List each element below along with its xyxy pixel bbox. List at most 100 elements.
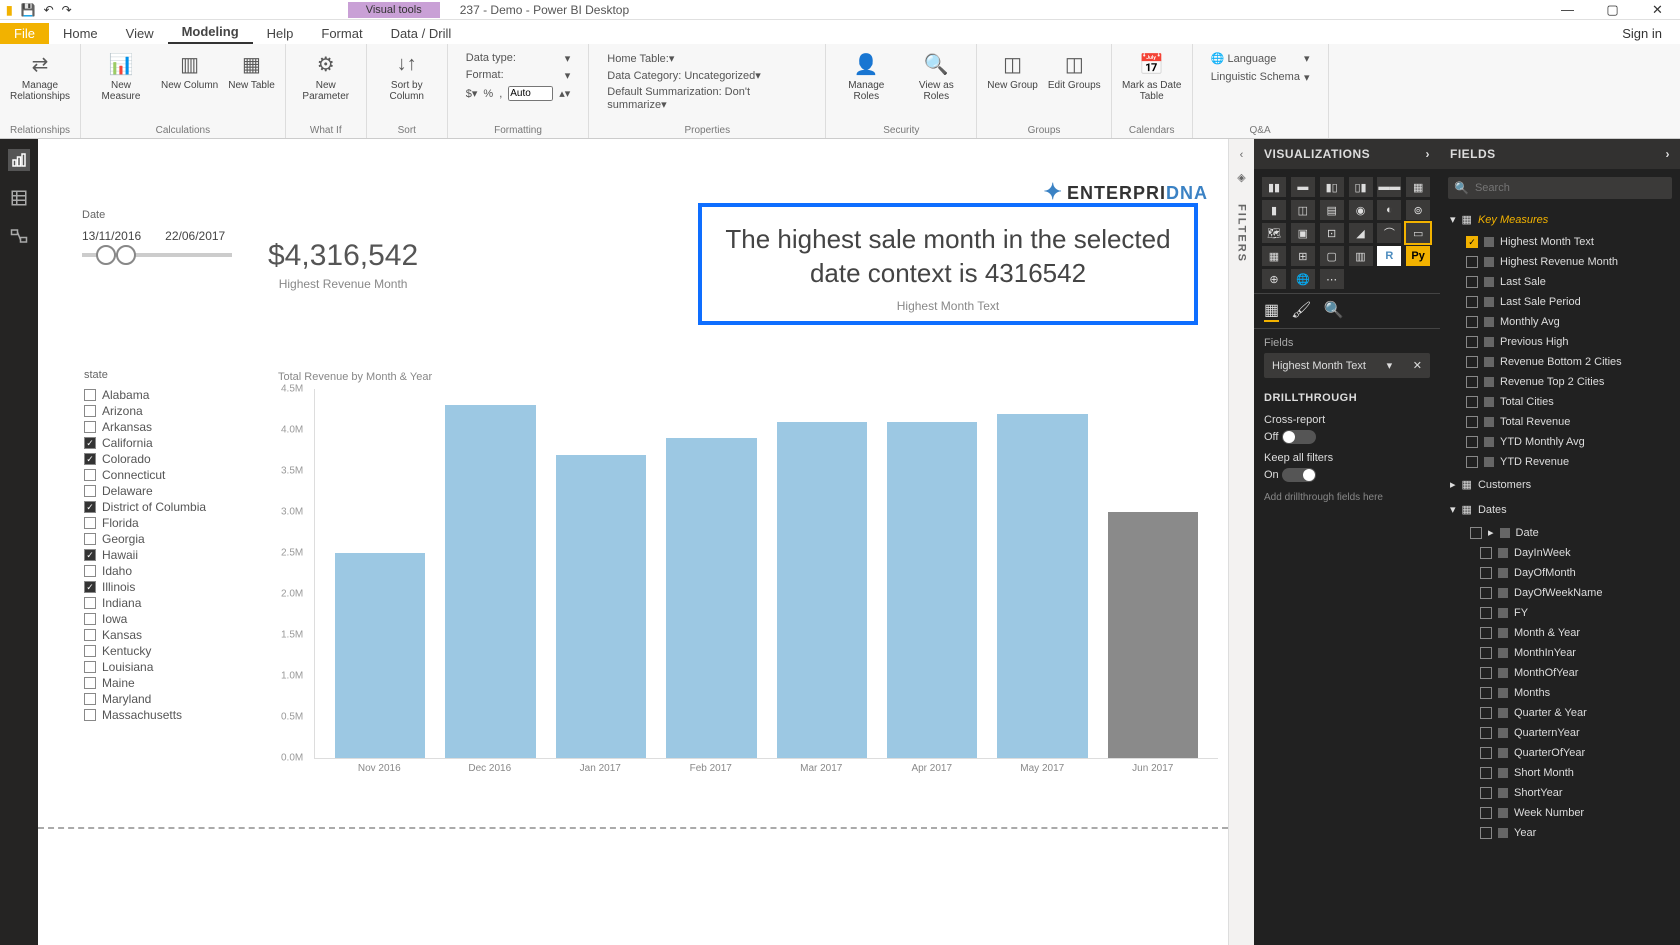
search-input[interactable] xyxy=(1475,182,1666,194)
state-option[interactable]: Maine xyxy=(84,675,254,691)
checkbox-icon[interactable] xyxy=(1466,356,1478,368)
checkbox-icon[interactable] xyxy=(1480,787,1492,799)
bar[interactable] xyxy=(666,438,756,758)
report-canvas[interactable]: ENTERPRIDNA Date 13/11/2016 22/06/2017 $… xyxy=(38,139,1228,945)
slider-handle-end[interactable] xyxy=(116,245,136,265)
checkbox-icon[interactable] xyxy=(1470,527,1482,539)
checkbox-icon[interactable] xyxy=(1480,807,1492,819)
checkbox-icon[interactable] xyxy=(1480,667,1492,679)
linguistic-dropdown[interactable]: ▾ xyxy=(1304,71,1310,84)
bar[interactable] xyxy=(445,405,535,758)
sign-in-button[interactable]: Sign in xyxy=(1604,23,1680,44)
viz-type-icon[interactable]: ◢ xyxy=(1349,223,1373,243)
checkbox-icon[interactable] xyxy=(84,693,96,705)
checkbox-icon[interactable] xyxy=(1480,687,1492,699)
chevron-down-icon[interactable]: ▾ xyxy=(1387,359,1393,372)
remove-field-icon[interactable]: ✕ xyxy=(1413,359,1422,372)
redo-icon[interactable]: ↷ xyxy=(62,3,72,17)
date-range-slider[interactable] xyxy=(82,253,232,257)
field-item[interactable]: ✓Highest Month Text xyxy=(1440,232,1680,252)
field-item[interactable]: Month & Year xyxy=(1440,623,1680,643)
viz-type-icon[interactable]: ▦ xyxy=(1406,177,1430,197)
checkbox-icon[interactable] xyxy=(1466,376,1478,388)
analytics-tab-icon[interactable]: 🔍 xyxy=(1323,300,1343,322)
field-item[interactable]: QuarterOfYear xyxy=(1440,743,1680,763)
state-option[interactable]: ✓Colorado xyxy=(84,451,254,467)
viz-type-icon[interactable]: ▯▮ xyxy=(1349,177,1373,197)
cross-report-toggle[interactable] xyxy=(1282,430,1316,444)
state-option[interactable]: Florida xyxy=(84,515,254,531)
field-item[interactable]: ▸Date xyxy=(1440,522,1680,543)
new-parameter-button[interactable]: ⚙New Parameter xyxy=(294,48,358,104)
checkbox-icon[interactable] xyxy=(84,389,96,401)
chevron-right-icon[interactable]: › xyxy=(1666,147,1671,161)
fields-search[interactable]: 🔍 xyxy=(1448,177,1672,199)
viz-type-icon[interactable]: 🌐 xyxy=(1291,269,1315,289)
state-option[interactable]: Idaho xyxy=(84,563,254,579)
manage-roles-button[interactable]: 👤Manage Roles xyxy=(834,48,898,104)
field-item[interactable]: FY xyxy=(1440,603,1680,623)
tab-format[interactable]: Format xyxy=(307,23,376,44)
format-tab-icon[interactable]: 🖌 xyxy=(1291,300,1311,322)
field-item[interactable]: ShortYear xyxy=(1440,783,1680,803)
tab-home[interactable]: Home xyxy=(49,23,112,44)
mark-date-table-button[interactable]: 📅Mark as Date Table xyxy=(1120,48,1184,104)
checkbox-icon[interactable] xyxy=(84,677,96,689)
state-option[interactable]: Arkansas xyxy=(84,419,254,435)
datatype-label[interactable]: Data type: xyxy=(466,52,516,65)
language-dropdown[interactable]: ▾ xyxy=(1304,52,1310,65)
tab-view[interactable]: View xyxy=(112,23,168,44)
checkbox-icon[interactable] xyxy=(1480,627,1492,639)
highest-month-text-visual[interactable]: The highest sale month in the selected d… xyxy=(698,203,1198,325)
field-item[interactable]: Months xyxy=(1440,683,1680,703)
checkbox-icon[interactable] xyxy=(84,613,96,625)
checkbox-icon[interactable] xyxy=(84,469,96,481)
view-as-roles-button[interactable]: 🔍View as Roles xyxy=(904,48,968,104)
checkbox-icon[interactable] xyxy=(1466,256,1478,268)
chevron-right-icon[interactable]: › xyxy=(1426,147,1431,161)
field-item[interactable]: Last Sale xyxy=(1440,272,1680,292)
currency-icon[interactable]: $▾ xyxy=(466,87,478,100)
checkbox-icon[interactable]: ✓ xyxy=(84,549,96,561)
slider-handle-start[interactable] xyxy=(96,245,116,265)
viz-type-icon[interactable]: ▭ xyxy=(1406,223,1430,243)
new-table-button[interactable]: ▦New Table xyxy=(226,48,277,93)
sort-by-column-button[interactable]: ↓↑Sort by Column xyxy=(375,48,439,104)
checkbox-icon[interactable] xyxy=(1480,707,1492,719)
drill-icon[interactable]: ◈ xyxy=(1237,171,1245,184)
new-column-button[interactable]: ▥New Column xyxy=(159,48,220,93)
field-item[interactable]: DayOfMonth xyxy=(1440,563,1680,583)
field-item[interactable]: Quarter & Year xyxy=(1440,703,1680,723)
state-option[interactable]: Arizona xyxy=(84,403,254,419)
viz-type-icon[interactable]: ▤ xyxy=(1320,200,1344,220)
date-slicer[interactable]: Date 13/11/2016 22/06/2017 xyxy=(82,209,242,257)
field-item[interactable]: MonthInYear xyxy=(1440,643,1680,663)
checkbox-icon[interactable] xyxy=(1466,416,1478,428)
table-key-measures[interactable]: ▾▦Key Measures xyxy=(1440,207,1680,232)
collapse-icon[interactable]: ‹ xyxy=(1240,149,1244,161)
viz-type-icon[interactable]: ◫ xyxy=(1291,200,1315,220)
format-label[interactable]: Format: xyxy=(466,69,504,82)
checkbox-icon[interactable] xyxy=(84,517,96,529)
checkbox-icon[interactable]: ✓ xyxy=(84,581,96,593)
decimals-input[interactable] xyxy=(508,86,553,101)
field-item[interactable]: QuarternYear xyxy=(1440,723,1680,743)
checkbox-icon[interactable] xyxy=(84,485,96,497)
viz-type-icon[interactable]: ▦ xyxy=(1262,246,1286,266)
tab-modeling[interactable]: Modeling xyxy=(168,21,253,44)
save-icon[interactable]: 💾 xyxy=(21,3,36,17)
data-view-icon[interactable] xyxy=(8,187,30,209)
field-item[interactable]: Last Sale Period xyxy=(1440,292,1680,312)
viz-type-icon[interactable]: ▣ xyxy=(1291,223,1315,243)
viz-type-icon[interactable]: ⊕ xyxy=(1262,269,1286,289)
manage-relationships-button[interactable]: ⇄Manage Relationships xyxy=(8,48,72,104)
state-option[interactable]: ✓Hawaii xyxy=(84,547,254,563)
state-option[interactable]: Maryland xyxy=(84,691,254,707)
state-option[interactable]: Kansas xyxy=(84,627,254,643)
viz-type-icon[interactable]: ⌒ xyxy=(1377,223,1401,243)
maximize-icon[interactable]: ▢ xyxy=(1590,2,1635,18)
checkbox-icon[interactable] xyxy=(1480,607,1492,619)
data-category-label[interactable]: Data Category: Uncategorized xyxy=(607,70,755,82)
viz-type-icon[interactable]: ⋯ xyxy=(1320,269,1344,289)
table-customers[interactable]: ▸▦Customers xyxy=(1440,472,1680,497)
